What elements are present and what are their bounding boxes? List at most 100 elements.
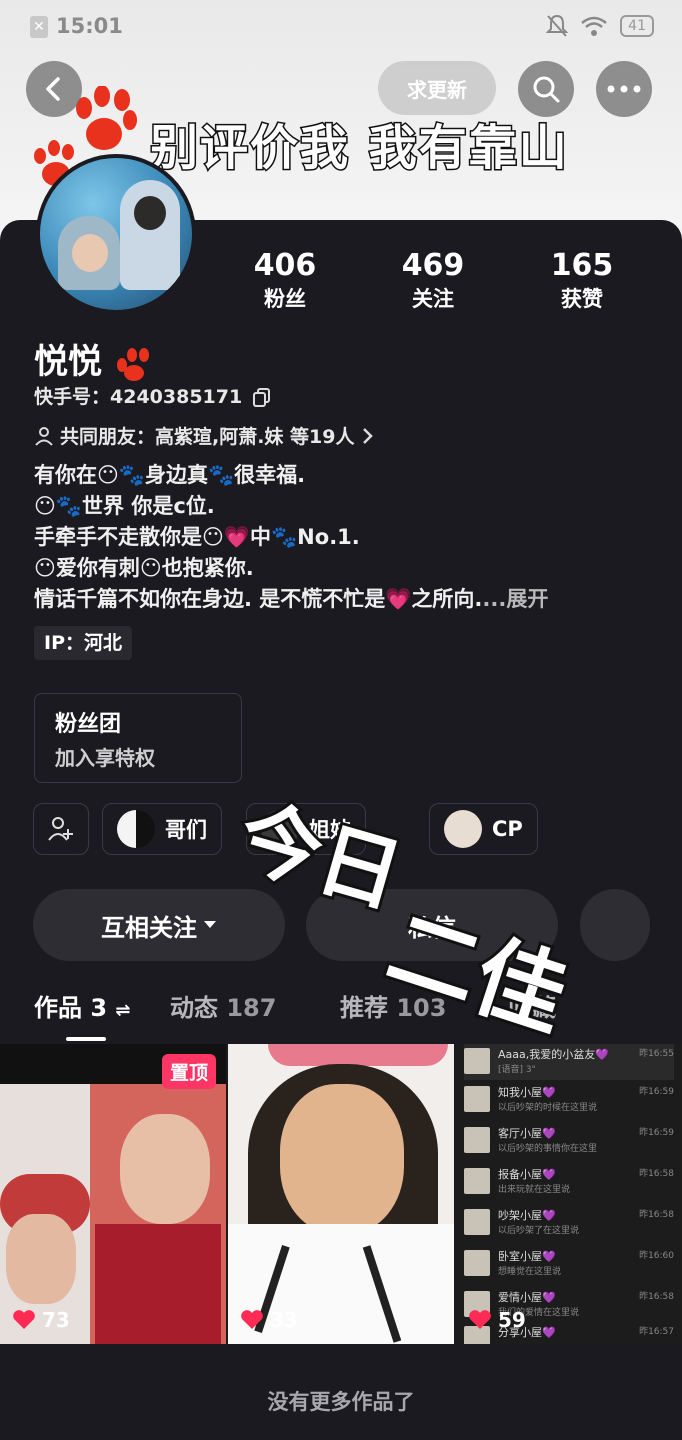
more-button[interactable] (596, 61, 652, 117)
stat-label: 获赞 (561, 287, 603, 311)
chat-subtitle: 以后吵架的事情你在这里 (498, 1144, 598, 1154)
brothers-avatar (117, 810, 155, 848)
chip-label: 哥们 (165, 818, 207, 842)
tab-works[interactable]: 作品 3 ⇌ (34, 988, 131, 1023)
tab-moments[interactable]: 动态 187 (170, 988, 276, 1023)
paw-icon (116, 347, 149, 381)
paw-decoration-icon (76, 86, 137, 150)
chat-title: 报备小屋💜 (498, 1168, 556, 1181)
post-card[interactable]: 33 (228, 1044, 454, 1344)
chat-time: 昨16:58 (639, 1169, 674, 1179)
more-action-button[interactable] (580, 889, 650, 961)
request-update-button[interactable]: 求更新 (378, 61, 496, 115)
chat-time: 昨16:57 (639, 1327, 674, 1337)
copy-icon[interactable] (252, 387, 271, 408)
bio-line: 手牵手不走散你是😶💗中🐾No.1. (34, 525, 360, 549)
chat-preview-row: Aaaa,我爱的小盆友💜 [语音] 3" 昨16:55 (464, 1044, 674, 1080)
search-button[interactable] (518, 61, 574, 117)
pinned-badge: 置顶 (161, 1054, 216, 1089)
more-dots-icon (607, 85, 641, 93)
chat-title: Aaaa,我爱的小盆友💜 (498, 1048, 609, 1061)
content-tabs: 作品 3 ⇌ 动态 187 推荐 103 收藏 (0, 988, 682, 1038)
post-likes: 73 (12, 1308, 70, 1332)
chat-preview-row: 客厅小屋💜 以后吵架的事情你在这里 昨16:59 (464, 1123, 674, 1159)
chat-preview-row: 知我小屋💜 以后吵架的时候在这里说 昨16:59 (464, 1082, 674, 1118)
sort-icon[interactable]: ⇌ (115, 1000, 130, 1021)
chat-time: 昨16:55 (639, 1049, 674, 1059)
posts-grid: 置顶 73 33 Aaaa,我爱的小盆友💜 [语音] 3" 昨16:55 知我小… (0, 1044, 682, 1344)
tab-label: 动态 (170, 994, 218, 1022)
post-card[interactable]: 置顶 73 (0, 1044, 226, 1344)
chat-preview-row: 吵架小屋💜 以后吵架了在这里说 昨16:58 (464, 1205, 674, 1241)
app-notification-icon: ✕ (30, 16, 48, 38)
wifi-icon (581, 16, 607, 36)
fans-club-card[interactable]: 粉丝团 加入享特权 (34, 693, 242, 783)
stat-value: 165 (550, 248, 614, 283)
tab-underline (66, 1037, 106, 1041)
add-person-icon (48, 817, 73, 841)
avatar[interactable] (36, 154, 196, 314)
chip-cp[interactable]: CP (429, 803, 538, 855)
status-time: 15:01 (56, 14, 123, 38)
chat-time: 昨16:59 (639, 1087, 674, 1097)
chat-subtitle: 出来玩就在这里说 (498, 1185, 571, 1195)
banner-text: 别评价我 我有靠山 (149, 119, 569, 178)
stat-following[interactable]: 469 关注 (378, 248, 488, 313)
post-likes-count: 33 (270, 1308, 298, 1332)
fans-club-subtitle: 加入享特权 (55, 746, 155, 770)
heart-icon (469, 1310, 491, 1329)
stat-label: 关注 (412, 287, 454, 311)
chevron-right-icon (362, 427, 373, 444)
chat-title: 知我小屋💜 (498, 1086, 556, 1099)
silent-bell-icon (546, 14, 569, 37)
chip-label: CP (492, 817, 523, 841)
battery-icon: 41 (620, 15, 654, 37)
chat-preview-row: 报备小屋💜 出来玩就在这里说 昨16:58 (464, 1164, 674, 1200)
heart-icon (13, 1310, 35, 1329)
chat-subtitle: 想睡觉在这里说 (498, 1267, 562, 1277)
chat-time: 昨16:60 (639, 1251, 674, 1261)
bio-line: 有你在😶🐾身边真🐾很幸福. (34, 463, 306, 487)
expand-bio-link[interactable]: ...展开 (482, 587, 548, 611)
mutual-follow-button[interactable]: 互相关注 (33, 889, 285, 961)
chat-time: 昨16:58 (639, 1210, 674, 1220)
chat-title: 爱情小屋💜 (498, 1291, 556, 1304)
no-more-posts-text: 没有更多作品了 (267, 1390, 415, 1414)
bio-line: 情话千篇不如你在身边. 是不慌不忙是💗之所向. (34, 587, 483, 611)
follow-label: 互相关注 (101, 913, 197, 942)
post-likes-count: 59 (498, 1308, 526, 1332)
bio-line: 😶🐾世界 你是c位. (34, 494, 215, 518)
heart-icon (241, 1310, 263, 1329)
stat-value: 469 (401, 248, 465, 283)
tab-count: 187 (226, 994, 277, 1022)
fans-club-title: 粉丝团 (55, 712, 122, 737)
add-friend-chip[interactable] (33, 803, 89, 855)
tab-label: 作品 (34, 994, 82, 1022)
stat-likes[interactable]: 165 获赞 (527, 248, 637, 313)
profile-name-text: 悦悦 (34, 342, 102, 382)
chat-subtitle: 以后吵架了在这里说 (498, 1226, 580, 1236)
chat-preview-row: 卧室小屋💜 想睡觉在这里说 昨16:60 (464, 1246, 674, 1282)
chat-subtitle: 以后吵架的时候在这里说 (498, 1103, 598, 1113)
tab-count: 3 (90, 994, 108, 1022)
back-button[interactable] (26, 61, 82, 117)
chat-time: 昨16:59 (639, 1128, 674, 1138)
stat-value: 406 (253, 248, 317, 283)
post-likes: 59 (468, 1308, 526, 1332)
post-card[interactable]: Aaaa,我爱的小盆友💜 [语音] 3" 昨16:55 知我小屋💜 以后吵架的时… (456, 1044, 682, 1344)
stat-label: 粉丝 (264, 287, 306, 311)
search-icon (533, 76, 560, 103)
chat-title: 吵架小屋💜 (498, 1209, 556, 1222)
chat-title: 卧室小屋💜 (498, 1250, 556, 1263)
ip-location-badge: IP：河北 (34, 626, 132, 660)
post-likes: 33 (240, 1308, 298, 1332)
profile-name: 悦悦 (34, 334, 154, 383)
chat-title: 客厅小屋💜 (498, 1127, 556, 1140)
mutual-friends-text: 共同朋友：高紫瑄,阿萧.妹 等19人 (60, 426, 355, 448)
cp-avatar (444, 810, 482, 848)
mutual-friends[interactable]: 共同朋友：高紫瑄,阿萧.妹 等19人 (34, 422, 373, 449)
chip-brothers[interactable]: 哥们 (102, 803, 222, 855)
stat-fans[interactable]: 406 粉丝 (230, 248, 340, 313)
person-icon (35, 426, 53, 446)
caret-down-icon (204, 921, 216, 928)
